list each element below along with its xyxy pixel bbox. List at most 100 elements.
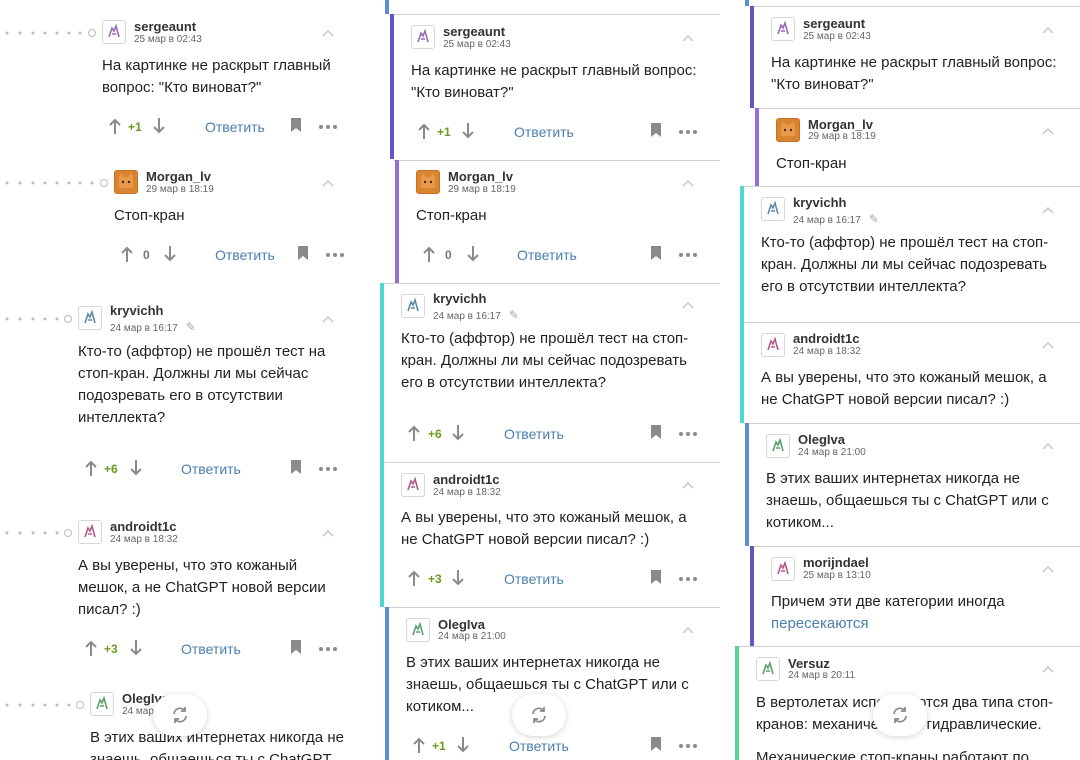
chevron-up-icon[interactable] (1041, 126, 1055, 136)
comment-author[interactable]: androidt1c (793, 331, 859, 346)
user-avatar-icon[interactable] (78, 520, 102, 544)
user-avatar-icon[interactable] (771, 557, 795, 581)
chevron-up-icon[interactable] (1041, 340, 1055, 350)
reply-button[interactable]: Ответить (504, 569, 564, 589)
user-avatar-icon[interactable] (411, 25, 435, 49)
comment-author[interactable]: androidt1c (433, 472, 499, 487)
chevron-up-icon[interactable] (681, 33, 695, 43)
comment-date[interactable]: 24 мар в 21:00 (438, 631, 506, 642)
bookmark-icon[interactable] (290, 459, 302, 475)
bookmark-icon[interactable] (297, 245, 309, 261)
user-avatar-icon[interactable] (756, 657, 780, 681)
cat-avatar-icon[interactable] (416, 170, 440, 194)
chevron-up-icon[interactable] (681, 625, 695, 635)
bookmark-icon[interactable] (650, 736, 662, 752)
comment-date[interactable]: 24 мар в 16:17 ✎ (110, 320, 196, 334)
comment-date[interactable]: 29 мар в 18:19 (146, 184, 214, 195)
comment-author[interactable]: kryvichh (433, 291, 486, 306)
chevron-up-icon[interactable] (321, 28, 335, 38)
comment-author[interactable]: Versuz (788, 656, 830, 671)
comment-date[interactable]: 24 мар в 18:32 (110, 534, 178, 545)
refresh-button[interactable] (153, 694, 207, 736)
arrow-up-icon[interactable] (108, 117, 122, 135)
cat-avatar-icon[interactable] (114, 170, 138, 194)
comment-author[interactable]: kryvichh (110, 303, 163, 318)
reply-button[interactable]: Ответить (509, 736, 569, 756)
more-dots-icon[interactable] (679, 577, 697, 581)
arrow-down-icon[interactable] (466, 245, 480, 263)
cat-avatar-icon[interactable] (776, 118, 800, 142)
comment-author[interactable]: androidt1c (110, 519, 176, 534)
more-dots-icon[interactable] (679, 432, 697, 436)
user-avatar-icon[interactable] (761, 197, 785, 221)
comment-author[interactable]: kryvichh (793, 195, 846, 210)
chevron-up-icon[interactable] (1041, 25, 1055, 35)
arrow-up-icon[interactable] (84, 639, 98, 657)
bookmark-icon[interactable] (650, 424, 662, 440)
comment-author[interactable]: sergeaunt (803, 16, 865, 31)
bookmark-icon[interactable] (290, 117, 302, 133)
refresh-button[interactable] (512, 694, 566, 736)
comment-date[interactable]: 25 мар в 02:43 (443, 39, 511, 50)
reply-button[interactable]: Ответить (215, 245, 275, 265)
user-avatar-icon[interactable] (102, 20, 126, 44)
comment-author[interactable]: Morgan_lv (808, 117, 873, 132)
bookmark-icon[interactable] (650, 569, 662, 585)
comment-date[interactable]: 29 мар в 18:19 (808, 131, 876, 142)
more-dots-icon[interactable] (319, 467, 337, 471)
comment-date[interactable]: 24 мар в 21:00 (798, 447, 866, 458)
arrow-down-icon[interactable] (451, 424, 465, 442)
chevron-up-icon[interactable] (321, 178, 335, 188)
comment-date[interactable]: 24 мар в 18:32 (433, 487, 501, 498)
comment-date[interactable]: 24 мар в 16:17 ✎ (433, 308, 519, 322)
more-dots-icon[interactable] (679, 744, 697, 748)
arrow-up-icon[interactable] (120, 245, 134, 263)
comment-date[interactable]: 25 мар в 02:43 (134, 34, 202, 45)
user-avatar-icon[interactable] (401, 294, 425, 318)
arrow-up-icon[interactable] (417, 122, 431, 140)
chevron-up-icon[interactable] (1041, 664, 1055, 674)
user-avatar-icon[interactable] (761, 333, 785, 357)
arrow-up-icon[interactable] (422, 245, 436, 263)
arrow-down-icon[interactable] (456, 736, 470, 754)
comment-date[interactable]: 25 мар в 13:10 (803, 570, 871, 581)
user-avatar-icon[interactable] (401, 473, 425, 497)
arrow-down-icon[interactable] (152, 117, 166, 135)
reply-button[interactable]: Ответить (181, 459, 241, 479)
comment-date[interactable]: 25 мар в 02:43 (803, 31, 871, 42)
bookmark-icon[interactable] (650, 122, 662, 138)
arrow-down-icon[interactable] (451, 569, 465, 587)
reply-button[interactable]: Ответить (205, 117, 265, 137)
comment-author[interactable]: OlegIva (798, 432, 845, 447)
chevron-up-icon[interactable] (681, 178, 695, 188)
comment-date[interactable]: 29 мар в 18:19 (448, 184, 516, 195)
more-dots-icon[interactable] (679, 253, 697, 257)
chevron-up-icon[interactable] (681, 300, 695, 310)
user-avatar-icon[interactable] (406, 618, 430, 642)
arrow-up-icon[interactable] (407, 569, 421, 587)
arrow-down-icon[interactable] (129, 639, 143, 657)
user-avatar-icon[interactable] (78, 306, 102, 330)
refresh-button[interactable] (873, 694, 927, 736)
arrow-down-icon[interactable] (461, 122, 475, 140)
comment-author[interactable]: sergeaunt (443, 24, 505, 39)
chevron-up-icon[interactable] (1041, 205, 1055, 215)
more-dots-icon[interactable] (679, 130, 697, 134)
comment-date[interactable]: 24 мар в 18:32 (793, 346, 861, 357)
comment-date[interactable]: 24 мар в 20:11 (788, 670, 855, 681)
comment-link[interactable]: пересекаются (771, 615, 868, 632)
arrow-down-icon[interactable] (163, 245, 177, 263)
arrow-up-icon[interactable] (407, 424, 421, 442)
comment-date[interactable]: 24 мар в 16:17 ✎ (793, 212, 879, 226)
comment-author[interactable]: morijndael (803, 555, 869, 570)
user-avatar-icon[interactable] (766, 434, 790, 458)
chevron-up-icon[interactable] (321, 314, 335, 324)
chevron-up-icon[interactable] (321, 528, 335, 538)
more-dots-icon[interactable] (319, 647, 337, 651)
comment-author[interactable]: sergeaunt (134, 19, 196, 34)
chevron-up-icon[interactable] (1041, 564, 1055, 574)
user-avatar-icon[interactable] (90, 692, 114, 716)
arrow-up-icon[interactable] (412, 736, 426, 754)
reply-button[interactable]: Ответить (181, 639, 241, 659)
more-dots-icon[interactable] (326, 253, 344, 257)
